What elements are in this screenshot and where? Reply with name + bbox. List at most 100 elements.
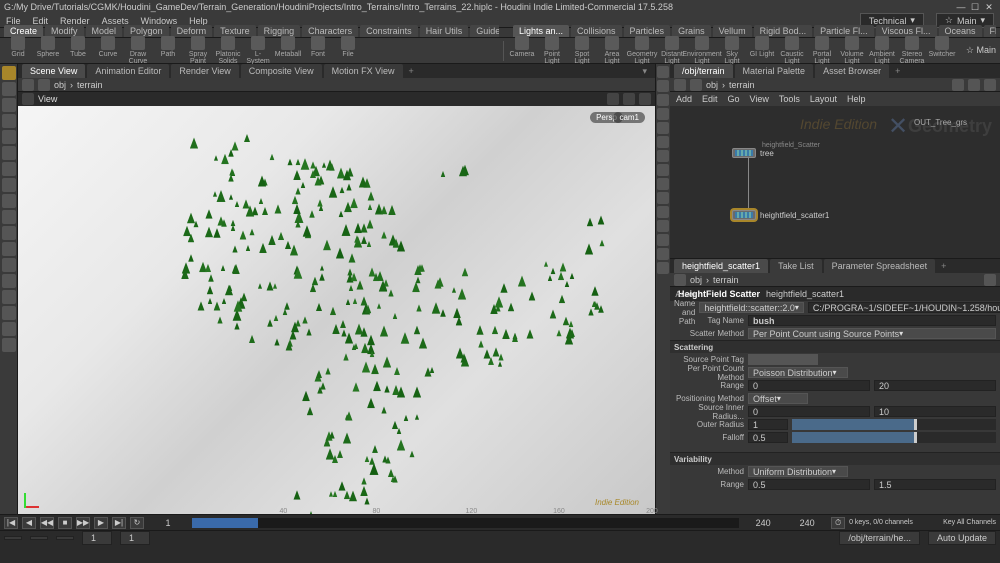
shelf-draw-curve[interactable]: Draw Curve bbox=[124, 36, 152, 65]
shelf-spray-paint[interactable]: Spray Paint bbox=[184, 36, 212, 65]
disp-opt-15[interactable] bbox=[657, 262, 669, 274]
tab-asset-browser[interactable]: Asset Browser bbox=[815, 64, 889, 78]
net-menu-layout[interactable]: Layout bbox=[810, 94, 837, 104]
minimize-button[interactable]: — bbox=[954, 0, 968, 14]
net-menu-view[interactable]: View bbox=[750, 94, 769, 104]
status-path[interactable]: /obj/terrain/he... bbox=[839, 531, 920, 545]
tool-3[interactable] bbox=[2, 114, 16, 128]
menu-render[interactable]: Render bbox=[60, 16, 90, 26]
maximize-button[interactable]: ☐ bbox=[968, 0, 982, 14]
params-nodename[interactable]: heightfield_scatter1 bbox=[766, 289, 844, 299]
posmethod-dropdown[interactable]: Offset ▾ bbox=[748, 393, 808, 404]
disp-opt-14[interactable] bbox=[657, 248, 669, 260]
frame-start[interactable]: 1 bbox=[148, 518, 188, 528]
disp-opt-7[interactable] bbox=[657, 150, 669, 162]
net-add-icon[interactable] bbox=[968, 79, 980, 91]
tab-param-spreadsheet[interactable]: Parameter Spreadsheet bbox=[824, 259, 936, 273]
auto-update-dropdown[interactable]: Auto Update bbox=[928, 531, 996, 545]
tab-network[interactable]: /obj/terrain bbox=[674, 64, 733, 78]
disp-opt-3[interactable] bbox=[657, 94, 669, 106]
tab-material-palette[interactable]: Material Palette bbox=[735, 64, 814, 78]
net-fwd-icon[interactable] bbox=[690, 79, 702, 91]
tool-11[interactable] bbox=[2, 242, 16, 256]
disp-opt-6[interactable] bbox=[657, 136, 669, 148]
tagname-field[interactable]: bush bbox=[748, 315, 996, 326]
disp-opt-4[interactable] bbox=[657, 108, 669, 120]
pp-add-icon[interactable] bbox=[984, 274, 996, 286]
close-button[interactable]: ✕ bbox=[982, 0, 996, 14]
menu-windows[interactable]: Windows bbox=[141, 16, 178, 26]
tool-10[interactable] bbox=[2, 226, 16, 240]
key-all-button[interactable]: Key All Channels bbox=[943, 519, 996, 526]
shelf-tab-r-9[interactable]: Fluid Con... bbox=[984, 25, 996, 37]
disp-opt-2[interactable] bbox=[657, 80, 669, 92]
disp-opt-5[interactable] bbox=[657, 122, 669, 134]
shelf-font[interactable]: Font bbox=[304, 36, 332, 65]
path-obj[interactable]: obj bbox=[54, 80, 66, 90]
view-display-icon[interactable] bbox=[607, 93, 619, 105]
nav-fwd-icon[interactable] bbox=[38, 79, 50, 91]
menu-help[interactable]: Help bbox=[189, 16, 208, 26]
shelf-main-dropdown[interactable]: ☆ Main bbox=[966, 45, 996, 56]
shelf-stereo-camera[interactable]: Stereo Camera bbox=[898, 36, 926, 65]
net-pin-icon[interactable] bbox=[952, 79, 964, 91]
shelf-path[interactable]: Path bbox=[154, 36, 182, 65]
shelf-tube[interactable]: Tube bbox=[64, 36, 92, 65]
view-lock-icon[interactable] bbox=[22, 93, 34, 105]
tool-8[interactable] bbox=[2, 194, 16, 208]
shelf-file[interactable]: File bbox=[334, 36, 362, 65]
tool-9[interactable] bbox=[2, 210, 16, 224]
scatter-method-dropdown[interactable]: Per Point Count using Source Points ▾ bbox=[748, 328, 996, 339]
add-network-tab[interactable]: + bbox=[891, 66, 904, 76]
path-terrain[interactable]: terrain bbox=[77, 80, 103, 90]
add-params-tab[interactable]: + bbox=[937, 261, 950, 271]
status-field-3[interactable] bbox=[56, 536, 74, 540]
shelf-spot-light[interactable]: Spot Light bbox=[568, 36, 596, 65]
shelf-volume-light[interactable]: Volume Light bbox=[838, 36, 866, 65]
tool-6[interactable] bbox=[2, 162, 16, 176]
tool-4[interactable] bbox=[2, 130, 16, 144]
asset-path-field[interactable]: C:/PROGRA~1/SIDEEF~1/HOUDIN~1.258/houdin… bbox=[808, 302, 1000, 313]
net-menu-add[interactable]: Add bbox=[676, 94, 692, 104]
play-prev-button[interactable]: ◀ bbox=[22, 517, 36, 529]
pane-menu-icon[interactable]: ▾ bbox=[638, 66, 651, 77]
tab-params[interactable]: heightfield_scatter1 bbox=[674, 259, 768, 273]
var-range-max-field[interactable]: 1.5 bbox=[874, 479, 996, 490]
shelf-portal-light[interactable]: Portal Light bbox=[808, 36, 836, 65]
out-node-icon[interactable]: ✕ bbox=[888, 112, 908, 141]
net-menu-tools[interactable]: Tools bbox=[779, 94, 800, 104]
var-method-dropdown[interactable]: Uniform Distribution ▾ bbox=[748, 466, 848, 477]
status-field-2[interactable] bbox=[30, 536, 48, 540]
outer-radius-field[interactable]: 1 bbox=[748, 419, 788, 430]
menu-file[interactable]: File bbox=[6, 16, 21, 26]
net-menu-go[interactable]: Go bbox=[728, 94, 740, 104]
disp-opt-11[interactable] bbox=[657, 206, 669, 218]
add-tab[interactable]: + bbox=[405, 66, 418, 76]
shelf-l-system[interactable]: L-System bbox=[244, 36, 272, 65]
section-scattering[interactable]: Scattering bbox=[670, 340, 1000, 353]
frame-step[interactable]: 1 bbox=[120, 531, 150, 545]
falloff-slider[interactable] bbox=[792, 432, 996, 443]
tool-select[interactable] bbox=[2, 66, 16, 80]
play-first-button[interactable]: |◀ bbox=[4, 517, 18, 529]
net-path-obj[interactable]: obj bbox=[706, 80, 718, 90]
disp-opt-1[interactable] bbox=[657, 66, 669, 78]
shelf-grid[interactable]: Grid bbox=[4, 36, 32, 65]
range-max-field[interactable]: 20 bbox=[874, 380, 996, 391]
shelf-caustic-light[interactable]: Caustic Light bbox=[778, 36, 806, 65]
net-path-terrain[interactable]: terrain bbox=[729, 80, 755, 90]
ppc-method-dropdown[interactable]: Poisson Distribution ▾ bbox=[748, 367, 848, 378]
view-split-icon[interactable] bbox=[639, 93, 651, 105]
view-orient-icon[interactable] bbox=[623, 93, 635, 105]
falloff-field[interactable]: 0.5 bbox=[748, 432, 788, 443]
tab-scene-view[interactable]: Scene View bbox=[22, 64, 85, 78]
frame-end2[interactable]: 240 bbox=[787, 518, 827, 528]
tab-motionfx-view[interactable]: Motion FX View bbox=[324, 64, 403, 78]
tool-2[interactable] bbox=[2, 98, 16, 112]
shelf-environment-light[interactable]: Environment Light bbox=[688, 36, 716, 65]
net-back-icon[interactable] bbox=[674, 79, 686, 91]
tab-render-view[interactable]: Render View bbox=[171, 64, 238, 78]
node-tree[interactable]: tree bbox=[732, 148, 774, 158]
tool-7[interactable] bbox=[2, 178, 16, 192]
shelf-ambient-light[interactable]: Ambient Light bbox=[868, 36, 896, 65]
